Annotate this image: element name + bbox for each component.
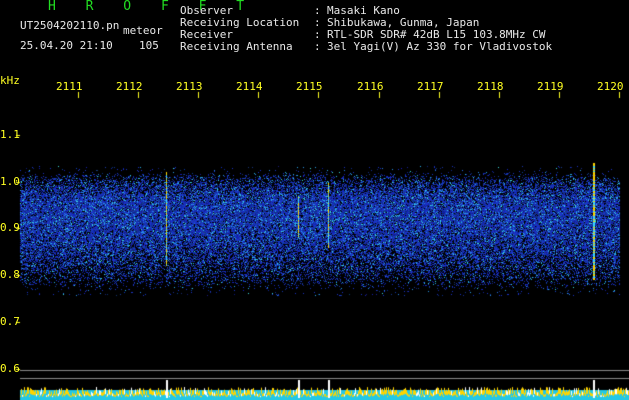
- y-tick-label: 0.7: [0, 315, 20, 328]
- x-tick-label: 2114: [236, 80, 263, 93]
- meteor-count: 105: [139, 39, 159, 52]
- x-tick-label: 2118: [477, 80, 504, 93]
- x-tick-label: 2112: [116, 80, 143, 93]
- separator: :: [314, 40, 321, 53]
- antenna-value: 3el Yagi(V) Az 330 for Vladivostok: [327, 40, 553, 53]
- x-tick-label: 2119: [537, 80, 564, 93]
- y-tick-label: 1.1: [0, 128, 20, 141]
- y-tick-label: 1.0: [0, 175, 20, 188]
- x-tick-label: 2111: [56, 80, 83, 93]
- spectrogram-canvas: [0, 0, 629, 400]
- event-tag: meteor: [123, 24, 163, 37]
- y-tick-label: 0.8: [0, 268, 20, 281]
- x-tick-label: 2117: [417, 80, 444, 93]
- antenna-label: Receiving Antenna: [180, 40, 293, 53]
- y-axis-unit: kHz: [0, 74, 20, 87]
- y-tick-label: 0.6: [0, 362, 20, 375]
- x-tick-label: 2115: [296, 80, 323, 93]
- y-tick-label: 0.9: [0, 221, 20, 234]
- date-time: 25.04.20 21:10: [20, 39, 113, 52]
- x-tick-label: 2120: [597, 80, 624, 93]
- x-tick-label: 2113: [176, 80, 203, 93]
- x-tick-label: 2116: [357, 80, 384, 93]
- file-name: UT2504202110.pn: [20, 19, 120, 32]
- hrofft-window: H R O F F T UT2504202110.pn meteor 25.04…: [0, 0, 629, 400]
